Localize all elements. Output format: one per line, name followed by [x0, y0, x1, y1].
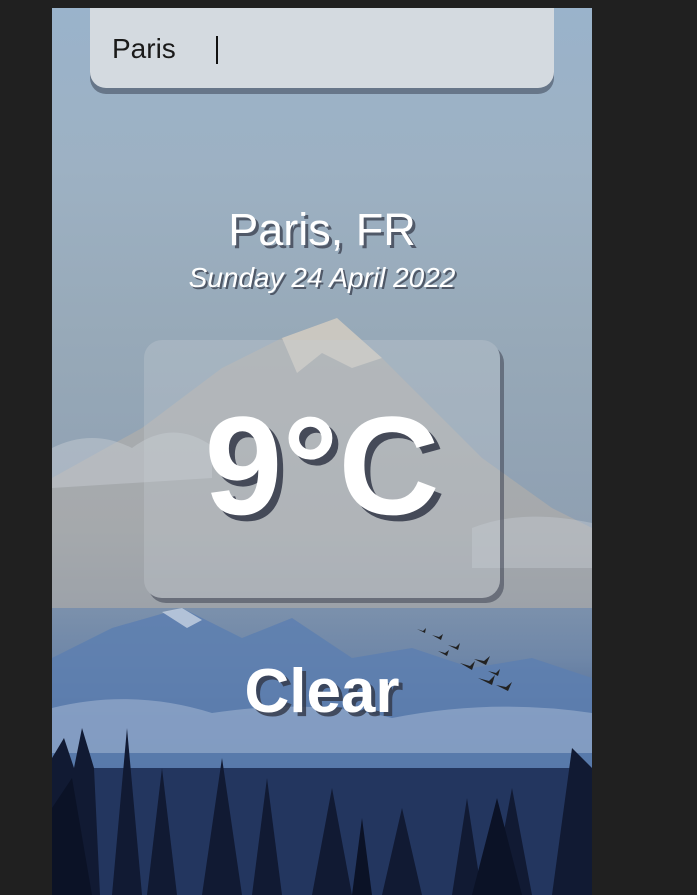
text-cursor [216, 36, 218, 64]
temperature-card: 9°C [144, 340, 500, 598]
location-label: Paris, FR [228, 204, 416, 255]
temperature-value: 9°C [204, 387, 440, 544]
page: Paris, FR Sunday 24 April 2022 9°C Clear [0, 0, 697, 895]
date-label: Sunday 24 April 2022 [188, 262, 456, 293]
search-bar[interactable] [90, 8, 554, 88]
search-input[interactable] [112, 33, 512, 65]
weather-app: Paris, FR Sunday 24 April 2022 9°C Clear [52, 8, 592, 895]
weather-condition: Clear [244, 657, 400, 726]
